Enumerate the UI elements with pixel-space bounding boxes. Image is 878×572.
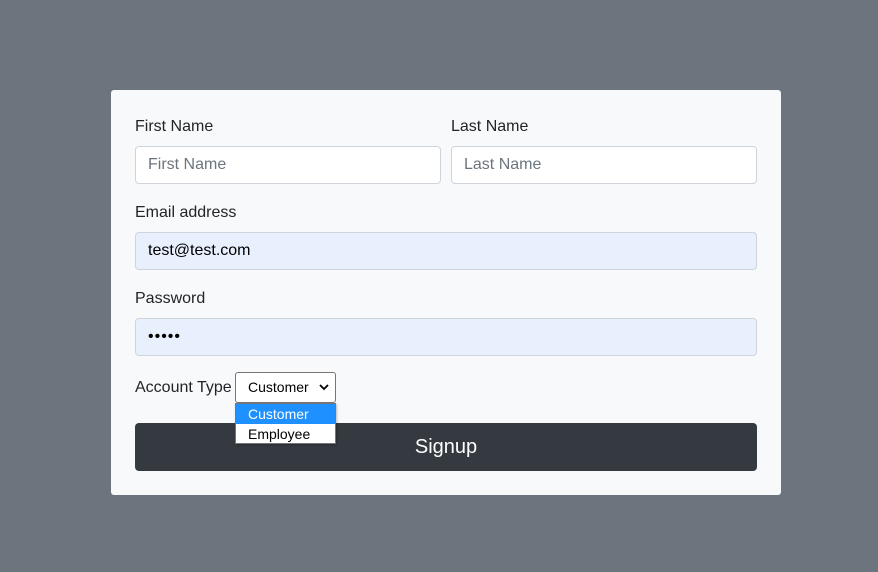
account-type-label: Account Type xyxy=(135,379,232,396)
account-type-option-employee[interactable]: Employee xyxy=(236,424,335,444)
first-name-input[interactable]: First Name xyxy=(135,146,441,184)
account-type-selected-value: Customer xyxy=(248,379,309,395)
last-name-input[interactable]: Last Name xyxy=(451,146,757,184)
account-type-dropdown: Customer Employee xyxy=(235,403,336,444)
password-field[interactable]: ••••• xyxy=(135,318,757,356)
chevron-down-icon xyxy=(319,373,329,402)
first-name-label: First Name xyxy=(135,118,214,135)
email-field[interactable]: test@test.com xyxy=(135,232,757,270)
last-name-label: Last Name xyxy=(451,118,529,135)
signup-form-card: First Name First Name Last Name Last Nam… xyxy=(111,90,781,495)
signup-button[interactable]: Signup xyxy=(135,423,757,471)
account-type-select[interactable]: Customer xyxy=(235,372,336,403)
email-label: Email address xyxy=(135,204,237,221)
password-label: Password xyxy=(135,290,206,307)
account-type-option-customer[interactable]: Customer xyxy=(236,404,335,424)
password-masked-value: ••••• xyxy=(148,328,182,345)
